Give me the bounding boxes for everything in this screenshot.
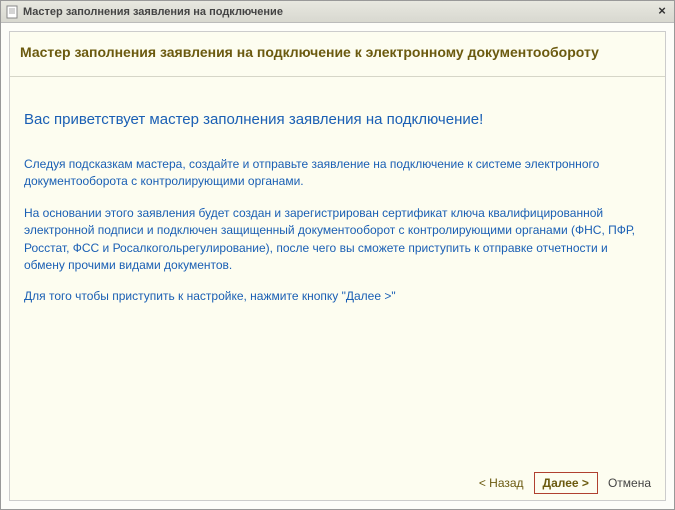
wizard-window: Мастер заполнения заявления на подключен… xyxy=(0,0,675,510)
close-icon[interactable]: × xyxy=(654,4,670,20)
cancel-button[interactable]: Отмена xyxy=(604,473,655,493)
intro-paragraph-1: Следуя подсказкам мастера, создайте и от… xyxy=(24,156,651,191)
page-body: Вас приветствует мастер заполнения заявл… xyxy=(10,77,665,466)
page-title: Мастер заполнения заявления на подключен… xyxy=(20,44,655,60)
content-area: Мастер заполнения заявления на подключен… xyxy=(1,23,674,509)
page-header: Мастер заполнения заявления на подключен… xyxy=(10,32,665,77)
titlebar: Мастер заполнения заявления на подключен… xyxy=(1,1,674,23)
next-button[interactable]: Далее > xyxy=(534,472,598,494)
intro-paragraph-3: Для того чтобы приступить к настройке, н… xyxy=(24,288,651,305)
document-icon xyxy=(5,5,19,19)
window-title: Мастер заполнения заявления на подключен… xyxy=(23,6,654,18)
footer-bar: < Назад Далее > Отмена xyxy=(10,466,665,500)
intro-paragraph-2: На основании этого заявления будет созда… xyxy=(24,205,651,275)
back-button[interactable]: < Назад xyxy=(475,473,528,493)
inner-panel: Мастер заполнения заявления на подключен… xyxy=(9,31,666,501)
welcome-text: Вас приветствует мастер заполнения заявл… xyxy=(24,111,651,128)
